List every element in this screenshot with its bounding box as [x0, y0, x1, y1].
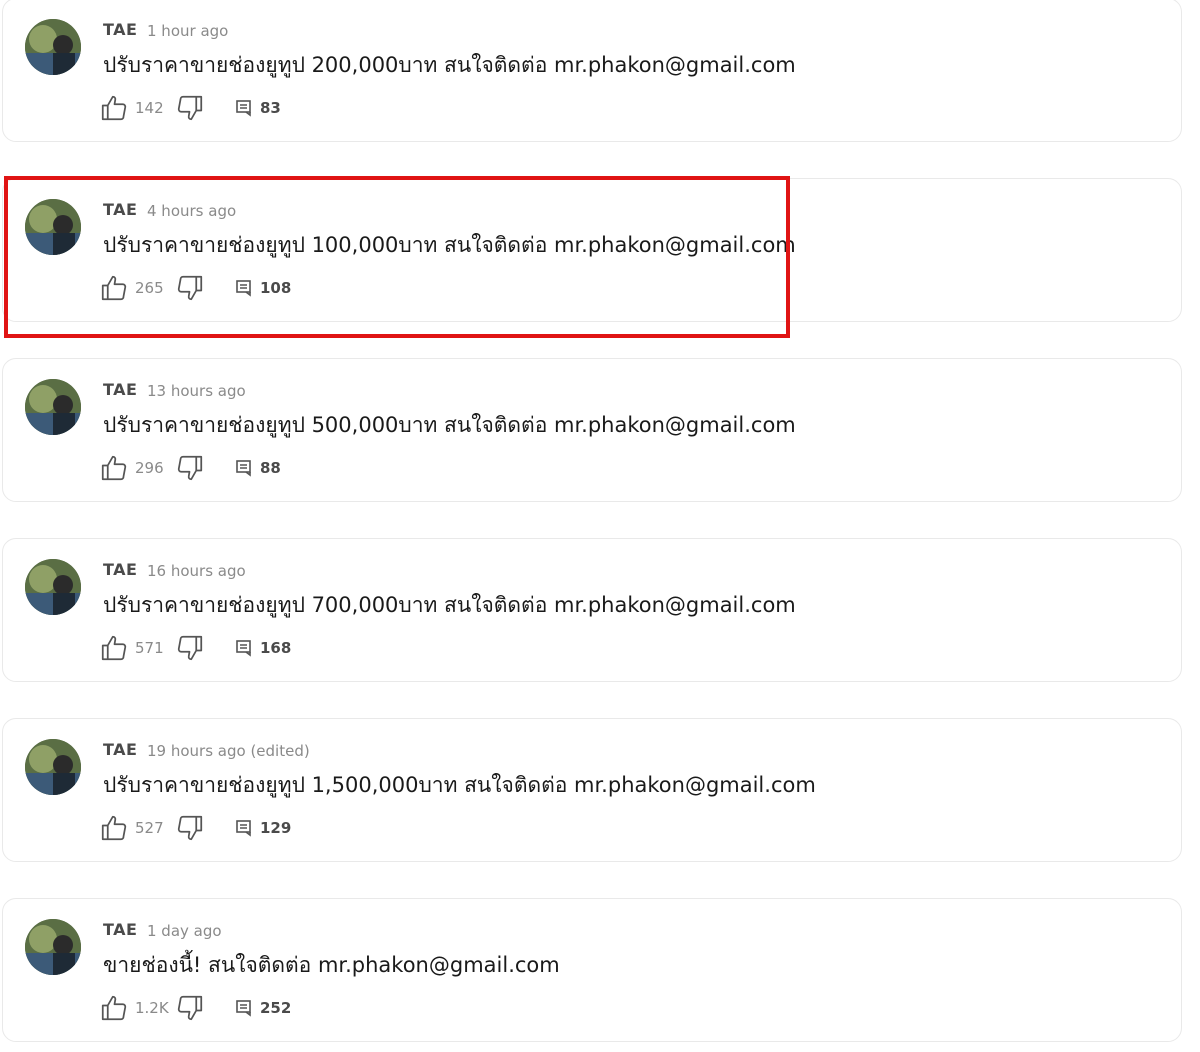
comment-time[interactable]: 16 hours ago: [147, 562, 246, 580]
thumbs-down-icon: [177, 635, 203, 661]
like-button[interactable]: 571: [99, 633, 171, 663]
thumbs-up-icon: [101, 815, 127, 841]
comment-actions: 527 129: [99, 813, 291, 843]
reply-count: 168: [260, 639, 292, 657]
comment-actions: 1.2K 252: [99, 993, 291, 1023]
like-button[interactable]: 296: [99, 453, 171, 483]
reply-button[interactable]: 83: [235, 99, 281, 117]
comment-actions: 571 168: [99, 633, 291, 663]
reply-button[interactable]: 129: [235, 819, 291, 837]
comment-text: ปรับราคาขายช่องยูทูป 700,000บาท สนใจติดต…: [103, 593, 796, 617]
reply-icon: [236, 100, 251, 117]
comment-time[interactable]: 13 hours ago: [147, 382, 246, 400]
highlight-annotation-box: [4, 176, 790, 338]
dislike-button[interactable]: [175, 993, 205, 1023]
dislike-button[interactable]: [175, 453, 205, 483]
comment-time[interactable]: 19 hours ago (edited): [147, 742, 310, 760]
avatar[interactable]: [25, 19, 81, 75]
comment-time[interactable]: 1 hour ago: [147, 22, 228, 40]
comment-text: ปรับราคาขายช่องยูทูป 500,000บาท สนใจติดต…: [103, 413, 796, 437]
avatar[interactable]: [25, 559, 81, 615]
reply-button[interactable]: 252: [235, 999, 291, 1017]
thumbs-up-icon: [101, 995, 127, 1021]
reply-button[interactable]: 88: [235, 459, 281, 477]
thumbs-up-icon: [101, 635, 127, 661]
comment-card: TAE 19 hours ago (edited) ปรับราคาขายช่อ…: [2, 718, 1182, 862]
comment-author[interactable]: TAE: [103, 740, 137, 759]
avatar[interactable]: [25, 379, 81, 435]
thumbs-down-icon: [177, 815, 203, 841]
thumbs-down-icon: [177, 455, 203, 481]
dislike-button[interactable]: [175, 633, 205, 663]
avatar[interactable]: [25, 739, 81, 795]
comment-actions: 296 88: [99, 453, 281, 483]
like-button[interactable]: 142: [99, 93, 171, 123]
reply-button[interactable]: 168: [235, 639, 291, 657]
reply-count: 252: [260, 999, 292, 1017]
comment-text: ปรับราคาขายช่องยูทูป 200,000บาท สนใจติดต…: [103, 53, 796, 77]
comment-text: ปรับราคาขายช่องยูทูป 1,500,000บาท สนใจติ…: [103, 773, 816, 797]
like-button[interactable]: 1.2K: [99, 993, 171, 1023]
thumbs-down-icon: [177, 95, 203, 121]
like-count: 527: [135, 819, 164, 837]
dislike-button[interactable]: [175, 813, 205, 843]
reply-count: 83: [260, 99, 281, 117]
dislike-button[interactable]: [175, 93, 205, 123]
comment-list: TAE 1 hour ago ปรับราคาขายช่องยูทูป 200,…: [0, 0, 1200, 1052]
comment-text: ขายช่องนี้! สนใจติดต่อ mr.phakon@gmail.c…: [103, 953, 560, 977]
avatar[interactable]: [25, 919, 81, 975]
comment-card: TAE 1 hour ago ปรับราคาขายช่องยูทูป 200,…: [2, 0, 1182, 142]
like-button[interactable]: 527: [99, 813, 171, 843]
like-count: 296: [135, 459, 164, 477]
comment-card: TAE 1 day ago ขายช่องนี้! สนใจติดต่อ mr.…: [2, 898, 1182, 1042]
reply-icon: [236, 820, 251, 837]
like-count: 1.2K: [135, 999, 169, 1017]
comment-author[interactable]: TAE: [103, 920, 137, 939]
comment-time[interactable]: 1 day ago: [147, 922, 222, 940]
comment-author[interactable]: TAE: [103, 380, 137, 399]
reply-icon: [236, 1000, 251, 1017]
reply-count: 88: [260, 459, 281, 477]
comment-actions: 142 83: [99, 93, 281, 123]
thumbs-up-icon: [101, 455, 127, 481]
like-count: 142: [135, 99, 164, 117]
reply-icon: [236, 640, 251, 657]
comment-author[interactable]: TAE: [103, 560, 137, 579]
reply-count: 129: [260, 819, 292, 837]
thumbs-down-icon: [177, 995, 203, 1021]
comment-card: TAE 13 hours ago ปรับราคาขายช่องยูทูป 50…: [2, 358, 1182, 502]
like-count: 571: [135, 639, 164, 657]
thumbs-up-icon: [101, 95, 127, 121]
comment-author[interactable]: TAE: [103, 20, 137, 39]
comment-card: TAE 16 hours ago ปรับราคาขายช่องยูทูป 70…: [2, 538, 1182, 682]
reply-icon: [236, 460, 251, 477]
